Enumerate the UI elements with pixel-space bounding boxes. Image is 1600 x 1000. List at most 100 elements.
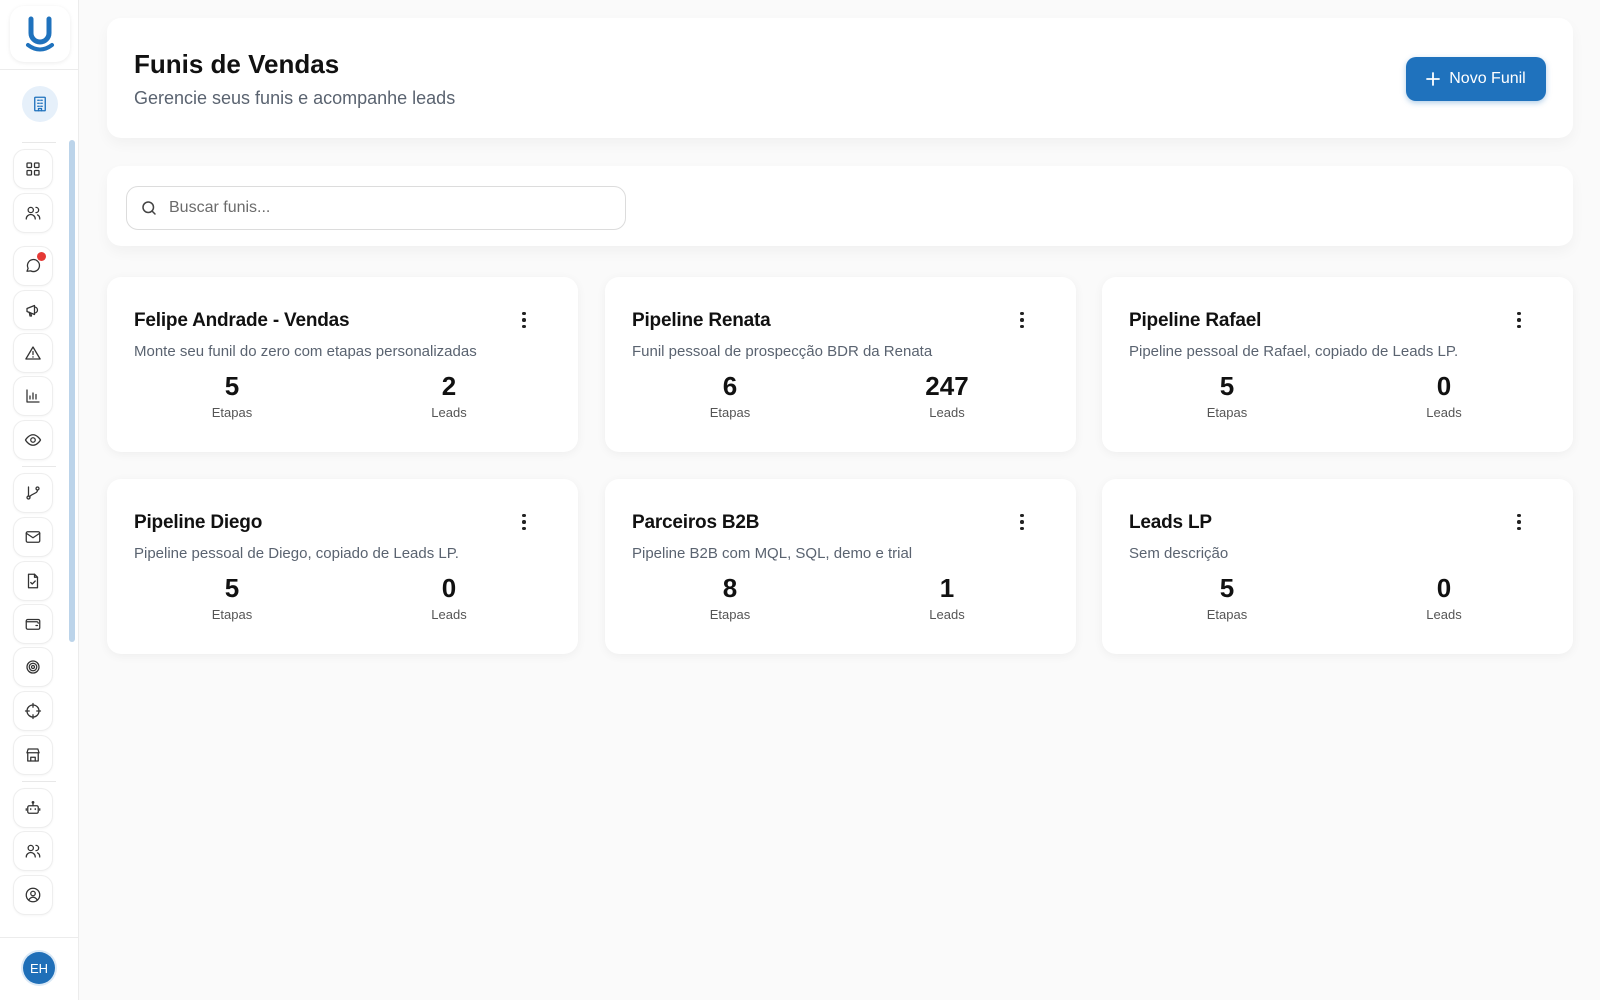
stat-etapas-label: Etapas bbox=[1206, 607, 1248, 622]
alert-triangle-icon bbox=[25, 346, 41, 360]
funnel-description: Sem descrição bbox=[1129, 545, 1229, 562]
stat-leads-label: Leads bbox=[431, 607, 467, 622]
sidebar: EH bbox=[0, 0, 79, 1000]
page-title: Funis de Vendas bbox=[134, 49, 340, 79]
search-input[interactable] bbox=[169, 187, 619, 229]
user-circle-icon bbox=[25, 887, 41, 903]
funnel-card[interactable]: Pipeline Rafael Pipeline pessoal de Rafa… bbox=[1102, 277, 1573, 452]
funnel-card[interactable]: Parceiros B2B Pipeline B2B com MQL, SQL,… bbox=[605, 479, 1076, 654]
more-options-icon[interactable] bbox=[516, 309, 532, 331]
new-funnel-label: Novo Funil bbox=[1449, 70, 1526, 87]
target-icon bbox=[26, 660, 40, 674]
funnel-title: Pipeline Rafael bbox=[1129, 310, 1262, 331]
sidebar-item-prospecting[interactable] bbox=[13, 691, 53, 731]
stat-leads: 0 Leads bbox=[389, 571, 509, 622]
page-subtitle: Gerencie seus funis e acompanhe leads bbox=[134, 88, 456, 108]
sidebar-divider bbox=[22, 142, 56, 143]
sidebar-item-dashboard[interactable] bbox=[13, 149, 53, 189]
more-options-icon[interactable] bbox=[1014, 511, 1030, 533]
funnel-description: Funil pessoal de prospecção BDR da Renat… bbox=[632, 343, 933, 360]
more-options-icon[interactable] bbox=[516, 511, 532, 533]
page-header: Funis de Vendas Gerencie seus funis e ac… bbox=[107, 18, 1573, 138]
stat-leads: 0 Leads bbox=[1384, 369, 1504, 420]
stat-etapas-value: 8 bbox=[722, 573, 738, 603]
stat-leads: 1 Leads bbox=[887, 571, 1007, 622]
stat-etapas-label: Etapas bbox=[211, 607, 253, 622]
stat-leads: 0 Leads bbox=[1384, 571, 1504, 622]
funnel-description: Pipeline pessoal de Rafael, copiado de L… bbox=[1129, 343, 1459, 360]
more-options-icon[interactable] bbox=[1511, 511, 1527, 533]
sidebar-item-team[interactable] bbox=[13, 831, 53, 871]
stat-leads-value: 0 bbox=[441, 573, 457, 603]
funnel-description: Pipeline pessoal de Diego, copiado de Le… bbox=[134, 545, 459, 562]
stat-etapas-label: Etapas bbox=[211, 405, 253, 420]
users-icon bbox=[25, 206, 41, 220]
more-options-icon[interactable] bbox=[1014, 309, 1030, 331]
stat-etapas-value: 6 bbox=[722, 371, 738, 401]
sidebar-item-campaigns[interactable] bbox=[13, 290, 53, 330]
sidebar-item-store[interactable] bbox=[13, 735, 53, 775]
stat-leads-label: Leads bbox=[1426, 607, 1462, 622]
sidebar-item-goals[interactable] bbox=[13, 647, 53, 687]
sidebar-item-reports[interactable] bbox=[13, 376, 53, 416]
stat-etapas: 6 Etapas bbox=[670, 369, 790, 420]
crosshair-icon bbox=[24, 702, 42, 720]
sidebar-item-chat[interactable] bbox=[13, 246, 53, 286]
funnel-title: Leads LP bbox=[1129, 512, 1212, 533]
new-funnel-button[interactable]: Novo Funil bbox=[1406, 57, 1546, 101]
funnel-card[interactable]: Leads LP Sem descrição 5 Etapas 0 Leads bbox=[1102, 479, 1573, 654]
stat-etapas-value: 5 bbox=[1219, 573, 1235, 603]
megaphone-icon bbox=[26, 304, 39, 317]
stat-leads: 2 Leads bbox=[389, 369, 509, 420]
app-root: EH Funis de Vendas Gerencie seus funis e… bbox=[0, 0, 1600, 1000]
store-icon bbox=[26, 748, 40, 762]
stat-leads: 247 Leads bbox=[887, 369, 1007, 420]
stat-etapas-label: Etapas bbox=[1206, 405, 1248, 420]
stat-leads-value: 0 bbox=[1436, 573, 1452, 603]
stat-leads-value: 2 bbox=[441, 371, 457, 401]
eye-icon bbox=[24, 434, 42, 446]
stat-leads-label: Leads bbox=[1426, 405, 1462, 420]
sidebar-item-monitoring[interactable] bbox=[13, 420, 53, 460]
sidebar-divider bbox=[22, 781, 56, 782]
stat-etapas-label: Etapas bbox=[709, 607, 751, 622]
funnel-title: Pipeline Renata bbox=[632, 310, 771, 331]
funnel-card[interactable]: Pipeline Diego Pipeline pessoal de Diego… bbox=[107, 479, 578, 654]
stat-etapas-label: Etapas bbox=[709, 405, 751, 420]
notification-dot bbox=[37, 252, 46, 261]
more-options-icon[interactable] bbox=[1511, 309, 1527, 331]
sidebar-item-funnels[interactable] bbox=[13, 473, 53, 513]
sidebar-item-alerts[interactable] bbox=[13, 333, 53, 373]
stat-leads-value: 0 bbox=[1436, 371, 1452, 401]
funnel-card[interactable]: Pipeline Renata Funil pessoal de prospec… bbox=[605, 277, 1076, 452]
mail-icon bbox=[25, 531, 41, 543]
stat-leads-label: Leads bbox=[431, 405, 467, 420]
sidebar-item-bots[interactable] bbox=[13, 788, 53, 828]
stat-leads-label: Leads bbox=[929, 607, 965, 622]
sidebar-item-contacts[interactable] bbox=[13, 193, 53, 233]
bar-chart-icon bbox=[26, 389, 40, 403]
sidebar-item-profile[interactable] bbox=[13, 875, 53, 915]
sidebar-divider bbox=[22, 466, 56, 467]
sidebar-item-email[interactable] bbox=[13, 517, 53, 557]
u-logo-icon[interactable] bbox=[10, 6, 70, 62]
sidebar-divider bbox=[0, 937, 78, 938]
file-check-icon bbox=[27, 573, 39, 589]
users-icon bbox=[25, 844, 41, 858]
sidebar-scrollbar[interactable] bbox=[69, 140, 75, 642]
grid-icon bbox=[26, 162, 40, 176]
stat-etapas-value: 5 bbox=[1219, 371, 1235, 401]
sidebar-item-documents[interactable] bbox=[13, 561, 53, 601]
building-icon[interactable] bbox=[22, 86, 58, 122]
stat-etapas: 5 Etapas bbox=[172, 369, 292, 420]
funnel-card[interactable]: Felipe Andrade - Vendas Monte seu funil … bbox=[107, 277, 578, 452]
sidebar-item-wallet[interactable] bbox=[13, 604, 53, 644]
search-panel bbox=[107, 166, 1573, 246]
avatar[interactable]: EH bbox=[23, 952, 55, 984]
search-box[interactable] bbox=[126, 186, 626, 230]
bot-icon bbox=[25, 800, 41, 814]
stat-etapas-value: 5 bbox=[224, 371, 240, 401]
stat-etapas-value: 5 bbox=[224, 573, 240, 603]
stat-leads-value: 1 bbox=[939, 573, 955, 603]
logo-area bbox=[0, 0, 78, 70]
